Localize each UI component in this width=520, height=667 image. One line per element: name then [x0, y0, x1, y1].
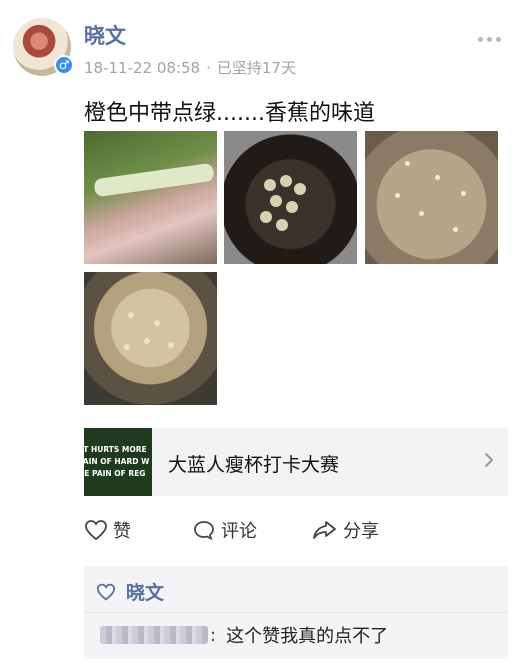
share-arrow-icon	[313, 521, 336, 539]
comment-colon: :	[210, 624, 217, 646]
thumb-line: HE PAIN OF REG	[84, 469, 146, 478]
divider	[84, 612, 508, 613]
likes-row: 晓文	[96, 578, 164, 605]
author-name[interactable]: 晓文	[84, 20, 126, 50]
post-timestamp: 18-11-22 08:58	[84, 59, 201, 77]
heart-icon	[96, 583, 116, 600]
comment-text: 这个赞我真的点不了	[226, 626, 389, 647]
action-bar: 赞 评论 分享	[84, 517, 504, 547]
more-options-icon[interactable]	[478, 27, 506, 42]
heart-icon	[85, 520, 107, 541]
male-gender-icon: ♂	[54, 55, 74, 75]
post-photo-3[interactable]	[365, 131, 498, 264]
blurred-commenter-name	[100, 626, 208, 644]
challenge-link-card[interactable]: AT HURTS MORE PAIN OF HARD W HE PAIN OF …	[84, 428, 508, 496]
comment-button[interactable]: 评论	[192, 517, 257, 543]
post-photo-2[interactable]	[224, 131, 357, 264]
challenge-title: 大蓝人瘦杯打卡大赛	[168, 454, 340, 476]
meta-separator: ·	[206, 59, 211, 77]
chevron-right-icon	[485, 453, 493, 467]
share-label: 分享	[343, 521, 379, 542]
comment-bubble-icon	[194, 521, 214, 541]
thumb-line: AT HURTS MORE	[84, 445, 147, 454]
like-button[interactable]: 赞	[84, 517, 131, 543]
challenge-thumbnail: AT HURTS MORE PAIN OF HARD W HE PAIN OF …	[84, 428, 152, 496]
like-label: 赞	[113, 521, 131, 542]
liker-name[interactable]: 晓文	[126, 578, 164, 605]
thumb-line: PAIN OF HARD W	[84, 457, 150, 466]
post-text: 橙色中带点绿.......香蕉的味道	[84, 101, 375, 126]
comment-label: 评论	[221, 521, 257, 542]
streak-count: 已坚持17天	[216, 59, 296, 77]
post-meta: 18-11-22 08:58 · 已坚持17天	[84, 57, 296, 78]
share-button[interactable]: 分享	[312, 517, 379, 543]
comments-panel: 晓文 : 这个赞我真的点不了	[84, 566, 508, 659]
post-photo-4[interactable]	[84, 272, 217, 405]
post-photo-1[interactable]	[84, 131, 217, 264]
comment-item[interactable]: : 这个赞我真的点不了	[100, 622, 388, 648]
